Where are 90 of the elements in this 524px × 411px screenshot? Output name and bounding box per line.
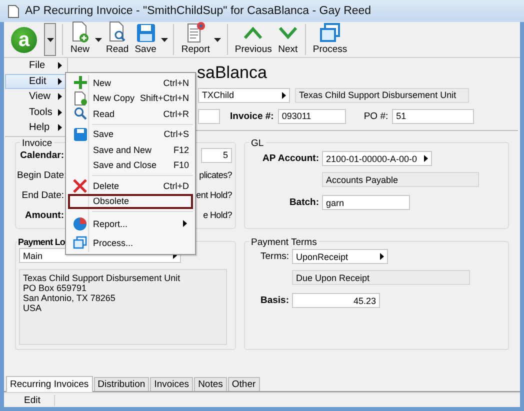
report-button[interactable]: Report	[178, 22, 213, 57]
batch-field[interactable]: garn	[322, 195, 410, 210]
checkbox-label: ent Hold?	[196, 190, 232, 200]
menu-item[interactable]: Edit	[5, 74, 67, 89]
dropdown-button[interactable]	[44, 23, 56, 56]
tab[interactable]: Invoices	[150, 377, 194, 391]
account-label: AP Account:	[262, 153, 319, 164]
next-button[interactable]: Next	[274, 22, 301, 57]
caret-down-icon	[214, 38, 222, 42]
menu-item[interactable]: Save and Close F10	[68, 158, 193, 173]
menu-item[interactable]: File	[5, 58, 67, 74]
save-button[interactable]: Save	[132, 22, 160, 57]
menu-item[interactable]: Read Ctrl+R	[68, 106, 193, 122]
arrow-right-icon	[58, 62, 62, 70]
vendor-name-field: Texas Child Support Disbursement Unit	[295, 88, 469, 102]
tab[interactable]: Distribution	[94, 377, 150, 391]
report-icon	[184, 21, 207, 43]
invoice-label: Invoice #:	[230, 110, 274, 122]
group-legend: GL	[249, 138, 266, 149]
tab[interactable]: Other	[228, 377, 260, 391]
address-line: Texas Child Support Disbursement Unit	[23, 273, 180, 283]
basis-field[interactable]: 45.23	[292, 293, 380, 308]
menu-item[interactable]: View	[5, 89, 67, 104]
new-button[interactable]: New	[67, 22, 93, 57]
menu-item[interactable]: Delete Ctrl+D	[68, 178, 193, 194]
plus-icon	[74, 76, 86, 90]
po-label: PO #:	[364, 110, 388, 122]
delete-icon	[73, 178, 87, 193]
address-line: PO Box 659791	[23, 283, 87, 293]
input-field[interactable]	[198, 108, 220, 124]
document-search-icon	[107, 21, 128, 43]
windows-icon	[320, 23, 340, 43]
save-icon	[136, 23, 156, 43]
number-field[interactable]: 5	[201, 148, 232, 162]
arrow-right-icon	[380, 253, 384, 260]
address-line: San Antonio, TX 78265	[23, 293, 116, 303]
menu-item[interactable]: Obsolete	[68, 194, 193, 209]
menu-item[interactable]: Report...	[68, 214, 193, 233]
menu-item[interactable]: Tools	[5, 104, 67, 120]
arrow-right-icon	[424, 155, 428, 162]
tab[interactable]: Notes	[194, 377, 227, 391]
caret-down-icon	[94, 38, 102, 42]
read-button[interactable]: Read	[103, 22, 132, 57]
arrow-right-icon	[58, 108, 62, 116]
checkbox-label: e Hold?	[203, 210, 232, 220]
caret-down-icon	[46, 38, 54, 42]
group-legend: Invoice	[20, 138, 54, 149]
vendor-dropdown[interactable]: TXChild	[198, 88, 290, 102]
page-title: saBlanca	[197, 63, 267, 82]
menu-item[interactable]: Help	[5, 120, 67, 136]
save-icon	[74, 128, 86, 141]
menu-item[interactable]: Save Ctrl+S	[68, 126, 193, 142]
basis-label: Basis:	[259, 295, 289, 306]
pie-chart-icon	[73, 216, 87, 230]
new-document-icon	[70, 21, 90, 43]
address-line: USA	[23, 303, 42, 313]
arrow-right-icon	[58, 78, 62, 85]
arrow-right-icon	[58, 124, 62, 132]
field-label: Amount:	[24, 210, 64, 220]
chevron-up-icon	[243, 26, 264, 40]
account-dropdown[interactable]: 2100-01-00000-A-00-0	[322, 151, 432, 166]
invoice-field[interactable]: 093011	[278, 108, 346, 124]
process-button[interactable]: Process	[310, 22, 350, 57]
field-label: Calendar:	[19, 150, 64, 160]
checkbox-label: plicates?	[199, 170, 232, 180]
window-title: AP Recurring Invoice - "SmithChildSup" for CasaBlanca - Gay Reed	[25, 5, 372, 17]
new-document-icon	[74, 90, 86, 106]
tab[interactable]: Recurring Invoices	[6, 376, 93, 392]
windows-icon	[73, 236, 87, 249]
chevron-down-icon	[278, 26, 298, 40]
field-label: Begin Date:	[17, 170, 64, 180]
search-icon	[74, 107, 86, 120]
terms-dropdown[interactable]: UponReceipt	[292, 249, 388, 264]
caret-down-icon	[160, 38, 168, 42]
terms-label: Terms:	[260, 251, 289, 262]
terms-name-field: Due Upon Receipt	[292, 270, 470, 285]
account-name-field: Accounts Payable	[322, 172, 479, 187]
batch-label: Batch:	[288, 197, 319, 208]
group-legend: Payment Lo	[17, 237, 66, 248]
menu-item[interactable]: New Copy Shift+Ctrl+N	[68, 90, 193, 106]
document-icon	[8, 4, 19, 18]
arrow-right-icon	[58, 93, 62, 100]
field-label: End Date:	[20, 190, 64, 200]
previous-button[interactable]: Previous	[232, 22, 275, 57]
menu-item[interactable]: Save and New F12	[68, 142, 193, 158]
menu-item[interactable]: New Ctrl+N	[68, 75, 193, 90]
group-legend: Payment Terms	[249, 237, 319, 248]
po-field[interactable]: 51	[392, 108, 474, 124]
arrow-right-icon	[282, 92, 286, 98]
status-text: Edit	[4, 394, 56, 406]
